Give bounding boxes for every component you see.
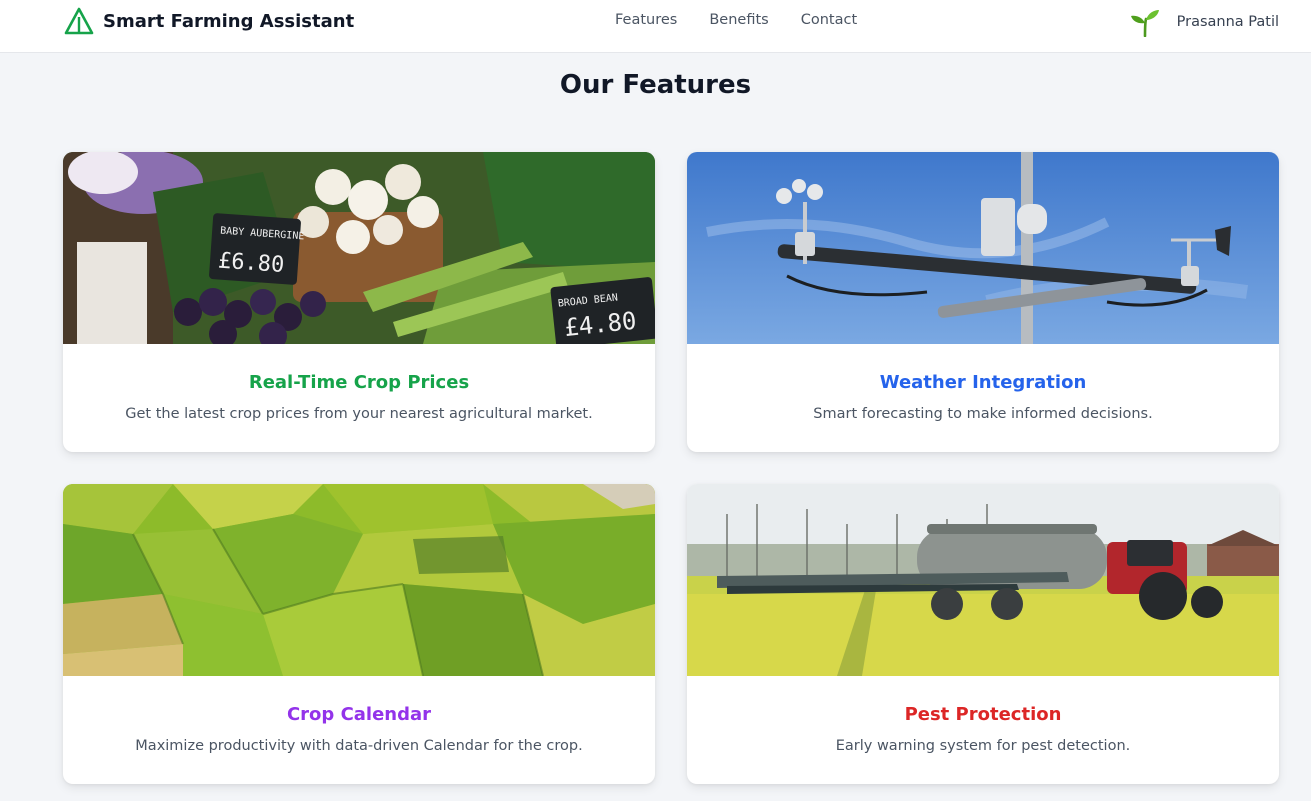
brand[interactable]: Smart Farming Assistant bbox=[64, 6, 354, 36]
tractor-sprayer-photo bbox=[687, 484, 1279, 676]
triangle-logo-icon bbox=[64, 7, 94, 35]
card-description: Maximize productivity with data-driven C… bbox=[135, 738, 583, 754]
nav-link-contact[interactable]: Contact bbox=[801, 12, 857, 28]
card-body: Pest Protection Early warning system for… bbox=[687, 676, 1279, 784]
feature-card-crop-prices[interactable]: BABY AUBERGINE £6.80 BROAD BEAN £4.80 Re… bbox=[63, 152, 655, 452]
user-name: Prasanna Patil bbox=[1176, 14, 1279, 30]
section-title: Our Features bbox=[559, 70, 752, 100]
feature-card-pest-protection[interactable]: Pest Protection Early warning system for… bbox=[687, 484, 1279, 784]
card-body: Weather Integration Smart forecasting to… bbox=[687, 344, 1279, 452]
card-body: Real-Time Crop Prices Get the latest cro… bbox=[63, 344, 655, 452]
card-description: Smart forecasting to make informed decis… bbox=[813, 406, 1153, 422]
navbar: Smart Farming Assistant Features Benefit… bbox=[0, 0, 1311, 53]
card-title: Crop Calendar bbox=[286, 704, 432, 725]
card-title: Weather Integration bbox=[879, 372, 1087, 393]
feature-card-weather[interactable]: Weather Integration Smart forecasting to… bbox=[687, 152, 1279, 452]
sprout-icon bbox=[1130, 10, 1159, 37]
nav-link-benefits[interactable]: Benefits bbox=[709, 12, 768, 28]
nav-links: Features Benefits Contact bbox=[615, 12, 857, 28]
card-description: Get the latest crop prices from your nea… bbox=[125, 406, 593, 422]
vegetable-market-photo: BABY AUBERGINE £6.80 BROAD BEAN £4.80 bbox=[63, 152, 655, 344]
card-description: Early warning system for pest detection. bbox=[835, 738, 1131, 754]
card-title: Real-Time Crop Prices bbox=[248, 372, 470, 393]
weather-station-photo bbox=[687, 152, 1279, 344]
feature-card-crop-calendar[interactable]: Crop Calendar Maximize productivity with… bbox=[63, 484, 655, 784]
brand-name: Smart Farming Assistant bbox=[103, 10, 355, 32]
card-body: Crop Calendar Maximize productivity with… bbox=[63, 676, 655, 784]
nav-link-features[interactable]: Features bbox=[615, 12, 677, 28]
aerial-fields-photo bbox=[63, 484, 655, 676]
user-menu[interactable]: Prasanna Patil bbox=[1129, 7, 1279, 37]
card-title: Pest Protection bbox=[904, 704, 1062, 725]
aubergine-price-label: £6.80 bbox=[217, 248, 285, 278]
